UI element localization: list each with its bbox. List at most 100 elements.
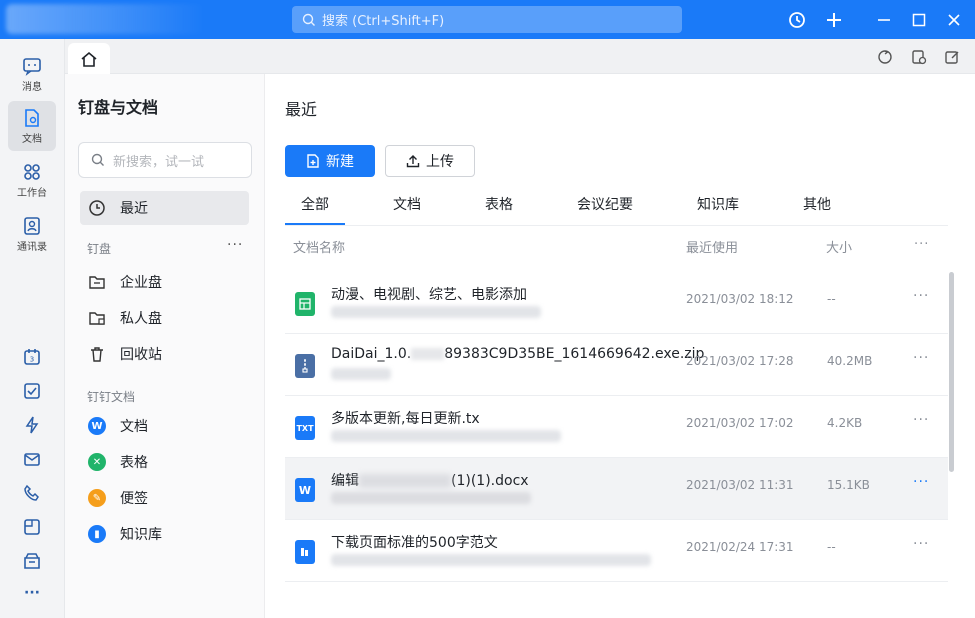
sidebar-search-placeholder: 新搜索，试一试	[113, 154, 205, 170]
svg-text:3: 3	[30, 356, 34, 364]
lightning-icon[interactable]	[20, 413, 44, 437]
tab-meeting-notes[interactable]: 会议纪要	[577, 194, 633, 214]
file-name-tail: 89383C9D35BE_1614669642.exe.zip	[444, 346, 705, 362]
calendar-icon[interactable]: 3	[20, 345, 44, 369]
zip-icon	[295, 354, 315, 378]
sidebar-item-private-drive[interactable]: 私人盘	[80, 301, 249, 335]
blurred-segment	[411, 348, 445, 360]
phone-icon[interactable]	[20, 481, 44, 505]
table-row[interactable]: DaiDai_1.0. 89383C9D35BE_1614669642.exe.z…	[285, 334, 948, 396]
table-row[interactable]: 下载页面标准的500字范文 2021/02/24 17:31 -- ···	[285, 520, 948, 582]
tab-home[interactable]	[68, 43, 110, 75]
more-apps-icon[interactable]: ···	[20, 581, 44, 605]
todo-icon[interactable]	[20, 379, 44, 403]
file-size: 15.1KB	[827, 478, 870, 492]
document-icon	[25, 108, 39, 127]
row-more-button[interactable]: ···	[913, 474, 929, 490]
workbench-icon	[24, 163, 40, 180]
tabs-divider	[285, 225, 948, 226]
mail-icon[interactable]	[20, 447, 44, 471]
column-header-more[interactable]: ···	[914, 237, 929, 252]
main-content: 最近 新建 上传 全部 文档 表格 会议纪要 知识库 其他 文档名称 最近使用 …	[265, 74, 975, 618]
column-header-size[interactable]: 大小	[826, 237, 852, 256]
rail-item-docs[interactable]: 文档	[8, 101, 56, 151]
message-icon	[23, 57, 41, 76]
row-more-button[interactable]: ···	[913, 288, 929, 304]
archive-icon[interactable]	[20, 549, 44, 573]
rail-label-docs: 文档	[22, 133, 42, 145]
file-size: --	[827, 292, 836, 306]
file-last-used: 2021/03/02 17:28	[686, 354, 794, 368]
docs-sidebar: 钉盘与文档 新搜索，试一试 最近 钉盘 ··· 企业盘 私人盘 回收站 钉钉文档…	[65, 74, 265, 618]
tab-strip	[65, 39, 975, 75]
sidebar-item-documents[interactable]: W 文档	[80, 409, 249, 443]
sidebar-item-label: 最近	[120, 201, 148, 217]
file-name[interactable]: DaiDai_1.0. 89383C9D35BE_1614669642.exe.z…	[331, 346, 704, 362]
title-bar: 搜索 (Ctrl+Shift+F)	[0, 0, 975, 39]
rail-item-messages[interactable]: 消息	[8, 49, 56, 99]
search-icon	[302, 13, 315, 26]
sidebar-item-sheets[interactable]: ✕ 表格	[80, 445, 249, 479]
file-name[interactable]: 动漫、电视剧、综艺、电影添加	[331, 284, 527, 304]
drive-more-button[interactable]: ···	[227, 237, 243, 253]
global-search-placeholder: 搜索 (Ctrl+Shift+F)	[322, 14, 445, 29]
user-avatar-blurred[interactable]	[6, 4, 206, 34]
tab-other[interactable]: 其他	[803, 194, 831, 214]
new-button-label: 新建	[326, 154, 354, 170]
rail-label-workbench: 工作台	[17, 187, 47, 199]
table-row[interactable]: TXT 多版本更新,每日更新.tx 2021/03/02 17:02 4.2KB…	[285, 396, 948, 458]
table-row[interactable]: W 编辑 (1)(1).docx 2021/03/02 11:31 15.1KB …	[285, 458, 948, 520]
row-more-button[interactable]: ···	[913, 412, 929, 428]
enterprise-folder-icon	[88, 273, 106, 291]
new-file-icon	[307, 154, 319, 168]
history-icon[interactable]	[785, 8, 809, 32]
tab-documents[interactable]: 文档	[393, 194, 421, 214]
contacts-icon	[24, 216, 40, 235]
file-name[interactable]: 编辑 (1)(1).docx	[331, 470, 529, 490]
sidebar-item-label: 私人盘	[120, 311, 162, 327]
refresh-icon[interactable]	[876, 48, 894, 66]
file-name[interactable]: 下载页面标准的500字范文	[331, 532, 498, 552]
new-button[interactable]: 新建	[285, 145, 375, 177]
file-location-blurred	[331, 492, 531, 504]
file-name-head: DaiDai_1.0.	[331, 346, 412, 362]
note-icon: ✎	[88, 489, 106, 507]
recent-files-icon[interactable]	[910, 48, 928, 66]
maximize-icon[interactable]	[907, 8, 931, 32]
book-icon: ▮	[88, 525, 106, 543]
file-location-blurred	[331, 430, 561, 442]
sidebar-item-recycle-bin[interactable]: 回收站	[80, 337, 249, 371]
table-row[interactable]: 动漫、电视剧、综艺、电影添加 2021/03/02 18:12 -- ···	[285, 272, 948, 334]
search-icon	[91, 153, 104, 166]
global-search-input[interactable]: 搜索 (Ctrl+Shift+F)	[292, 6, 682, 33]
row-more-button[interactable]: ···	[913, 350, 929, 366]
add-icon[interactable]	[822, 8, 846, 32]
tab-all[interactable]: 全部	[301, 194, 329, 214]
doc-icon	[295, 540, 315, 564]
section-dingtalk-docs-heading: 钉钉文档	[87, 390, 136, 404]
upload-button-label: 上传	[426, 154, 454, 170]
row-more-button[interactable]: ···	[913, 536, 929, 552]
scrollbar-thumb[interactable]	[949, 272, 954, 472]
word-doc-icon: W	[88, 417, 106, 435]
sidebar-search-input[interactable]: 新搜索，试一试	[78, 142, 252, 178]
blurred-segment	[359, 474, 451, 488]
sidebar-item-enterprise-drive[interactable]: 企业盘	[80, 265, 249, 299]
upload-button[interactable]: 上传	[385, 145, 475, 177]
close-icon[interactable]	[942, 8, 966, 32]
file-name[interactable]: 多版本更新,每日更新.tx	[331, 408, 480, 428]
sidebar-item-notes[interactable]: ✎ 便签	[80, 481, 249, 515]
sidebar-item-knowledge-base[interactable]: ▮ 知识库	[80, 517, 249, 551]
lock-folder-icon	[88, 309, 106, 327]
tab-knowledge-base[interactable]: 知识库	[697, 194, 739, 214]
rail-item-contacts[interactable]: 通讯录	[8, 209, 56, 259]
box-icon[interactable]	[20, 515, 44, 539]
tab-sheets[interactable]: 表格	[485, 194, 513, 214]
file-last-used: 2021/03/02 11:31	[686, 478, 794, 492]
edit-icon[interactable]	[943, 48, 961, 66]
minimize-icon[interactable]	[872, 8, 896, 32]
sidebar-item-recent[interactable]: 最近	[80, 191, 249, 225]
rail-item-workbench[interactable]: 工作台	[8, 155, 56, 205]
file-last-used: 2021/03/02 18:12	[686, 292, 794, 306]
column-header-last-used[interactable]: 最近使用	[686, 237, 738, 256]
